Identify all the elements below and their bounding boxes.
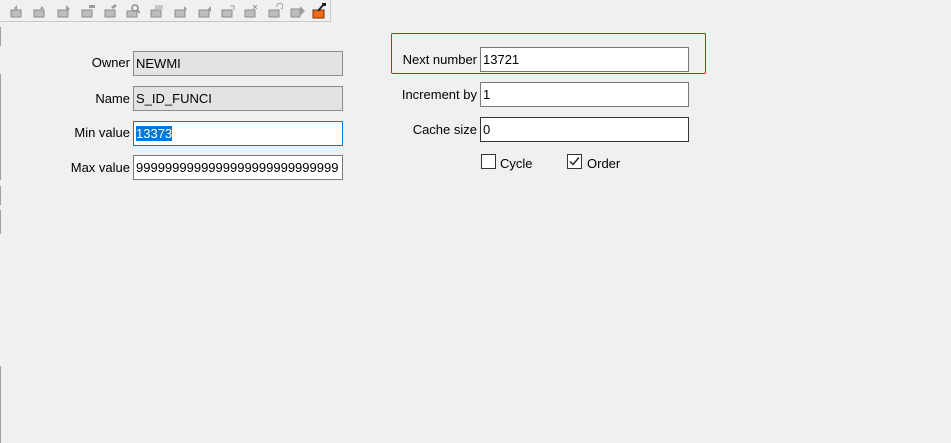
refresh-icon[interactable] [266,2,284,20]
increment-by-label: Increment by [401,87,477,102]
owner-label: Owner [91,55,130,70]
next-number-label: Next number [402,52,477,67]
first-record-icon[interactable] [7,2,25,20]
post-icon[interactable] [219,2,237,20]
cache-size-field[interactable]: 0 [480,117,689,142]
cancel-icon[interactable] [242,2,260,20]
edge-line [0,186,1,205]
order-checkbox[interactable] [567,154,582,169]
query-icon[interactable] [148,2,166,20]
next-icon[interactable] [172,2,190,20]
edge-line [0,27,1,46]
tools-icon[interactable] [310,2,328,20]
order-label: Order [587,156,621,171]
prior-icon[interactable] [196,2,214,20]
max-value-field[interactable]: 9999999999999999999999999999 [133,155,343,180]
owner-field[interactable]: NEWMI [133,51,343,76]
edit-record-icon[interactable] [102,2,120,20]
toolbar [0,0,331,22]
cache-size-label: Cache size [412,122,477,137]
max-value-label: Max value [70,160,130,175]
cycle-label: Cycle [500,156,533,171]
next-number-field[interactable]: 13721 [480,47,689,72]
checkmark-icon [569,157,580,166]
edge-line [0,74,1,180]
insert-record-icon[interactable] [55,2,73,20]
min-value-selected-text: 13373 [136,126,173,141]
cycle-checkbox[interactable] [481,154,496,169]
delete-record-icon[interactable] [79,2,97,20]
name-label: Name [95,91,130,106]
edge-line [0,210,1,234]
edge-line [0,366,1,443]
find-icon[interactable] [124,2,142,20]
last-icon[interactable] [289,2,307,20]
min-value-label: Min value [74,125,130,140]
prior-record-icon[interactable] [30,2,48,20]
increment-by-field[interactable]: 1 [480,82,689,107]
name-field[interactable]: S_ID_FUNCI [133,86,343,111]
min-value-field[interactable]: 13373 [133,121,343,146]
